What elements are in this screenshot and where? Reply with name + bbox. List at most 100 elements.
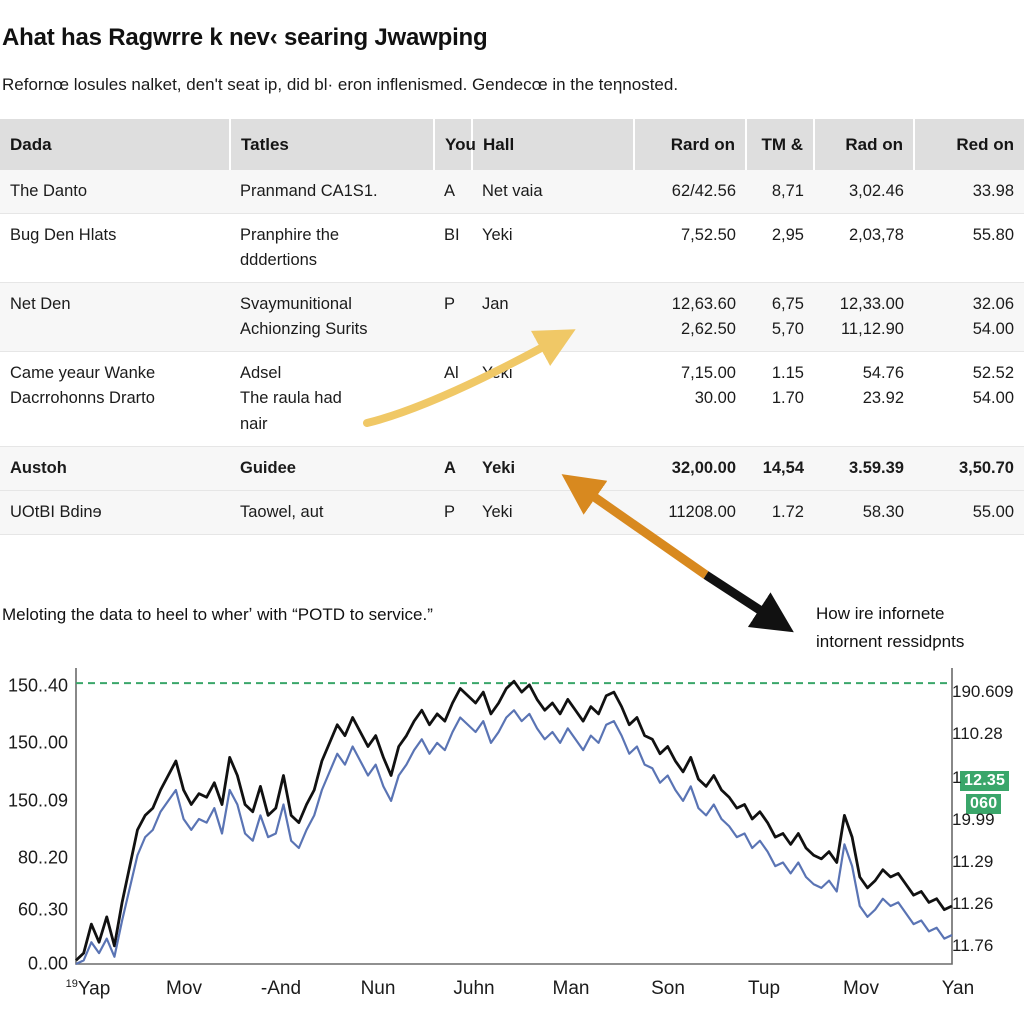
column-header-tatles[interactable]: Tatles [230,119,435,170]
column-header-red-on[interactable]: Red on [914,119,1024,170]
cell-line: 3,50.70 [958,458,1014,477]
cell-line: P [444,502,456,521]
y-tick-right: 110.28 [952,724,1003,743]
table-cell-hall: Jan [472,282,634,353]
cell-line: 7,52.50 [680,226,736,245]
table-cell-you: A [434,170,472,215]
arrow-double-black-segment [703,571,794,633]
y-tick-right: 11.76 [952,936,994,955]
x-tick: Son [651,978,685,999]
table-cell-you: A [434,446,472,491]
table-cell-you: P [434,282,472,353]
page-root: Ahat has Ragwrre k nev‹ searing Jwawping… [0,0,1024,1024]
column-header-hall[interactable]: Hall [472,119,635,170]
table-row[interactable]: Net Den Svaymunitional Achionzing Surits P J… [0,282,1024,353]
cell-line: Net Den [10,295,71,314]
table-cell-tm: 8,71 [746,170,814,215]
x-tick: Yan [941,978,975,999]
table-cell-you: P [434,490,472,535]
cell-line: 2,03,78 [848,226,904,245]
column-header-tm[interactable]: TM & [746,119,815,170]
cell-line: P [444,295,456,314]
cell-line: A [444,182,456,200]
cell-line: Al [444,364,459,383]
table-row[interactable]: UOtBI Bdinɘ Taowel, aut P Yeki 11208.00 1.72 5… [0,490,1024,535]
cell-line: Jan [482,295,509,314]
cell-line: BI [444,226,460,245]
table-row[interactable]: Bug Den Hlats Pranphire the dddertions BI Ye… [0,213,1024,284]
column-header-rad-on[interactable]: Rad on [814,119,915,170]
table-cell-rad-on: 3,02.46 [814,170,914,215]
cell-line: Bug Den Hlats [10,226,117,245]
chart-series-blue-line [75,709,953,965]
y-tick-right: 11.29 [952,852,994,871]
table-cell-rad-on: 2,03,78 [814,213,914,284]
cell-line: 1.70 [771,389,804,408]
table-cell-dada: Net Den [0,282,230,353]
table-cell-red-on: 33.98 [914,170,1024,215]
cell-line: The Danto [10,182,88,200]
chart-x-axis: 19Yap Mov -And Nun Juhn Man Son Tup Mov Yan [66,972,975,1012]
cell-line: Yeki [482,226,513,245]
cell-line: 54.00 [972,320,1014,339]
table-cell-tatles: Pranphire the dddertions [230,213,434,284]
cell-line: 5,70 [771,320,804,339]
table-cell-tatles: Guidee [230,446,434,491]
y-tick-left: 150..40 [7,675,68,696]
table-cell-tatles: Pranmand CA1S1. [230,170,434,215]
page-subtitle: Refornœ losules nalket, den't seat ip, d… [2,75,679,94]
table-cell-tm: 2,95 [746,213,814,284]
cell-line: 11,12.90 [840,320,904,339]
table-row[interactable]: The Danto Pranmand CA1S1. A Net vaia 62/42.5… [0,170,1024,215]
table-cell-rard-on: 7,15.00 30.00 [634,351,746,447]
cell-line: nair [240,414,268,433]
cell-line: 2,95 [771,226,804,245]
table-cell-tatles: Svaymunitional Achionzing Surits [230,282,434,353]
cell-line: dddertions [240,251,318,270]
table-cell-rad-on: 3.59.39 [814,446,914,491]
data-table: Dada Tatles You Hall Rard on TM & Rad on… [0,119,1024,535]
column-header-dada[interactable]: Dada [0,119,231,170]
chart-y-axis-right: 12.35 060 190.609 110.28 1 19.99 11.29 11.26 1… [952,668,1024,968]
table-cell-dada: The Danto [0,170,230,215]
table-cell-red-on: 32.06 54.00 [914,282,1024,353]
cell-line: 55.00 [972,502,1014,521]
cell-line: UOtBI Bdinɘ [10,502,102,521]
table-cell-dada: Bug Den Hlats [0,213,230,284]
cell-line: 1.72 [771,502,804,521]
cell-line: 3.59.39 [848,458,904,477]
column-header-rard-on[interactable]: Rard on [634,119,747,170]
table-cell-tm: 6,75 5,70 [746,282,814,353]
y-tick-right: 19.99 [952,810,995,829]
table-cell-red-on: 52.52 54.00 [914,351,1024,447]
chart-y-axis-left: 150..40 150..00 150..09 80..20 60..30 0..00 [0,668,72,974]
cell-line: 6,75 [771,295,804,314]
y-tick-left: 0..00 [27,953,68,974]
table-row[interactable]: Austoh Guidee A Yeki 32,00.00 14,54 3.59.39 3,5… [0,446,1024,491]
cell-line: Yeki [482,364,513,383]
table-cell-red-on: 55.80 [914,213,1024,284]
cell-line: 23.92 [862,389,904,408]
chart-caption-right-line2: intornent ressidƿnts [816,632,965,652]
cell-line: Came yeaur Wanke [10,364,156,383]
x-tick: Nun [360,978,396,999]
y-tick-left: 60..30 [17,899,68,920]
table-cell-dada: Came yeaur Wanke Dacrrohonns Drarto [0,351,230,447]
column-header-you[interactable]: You [434,119,476,170]
cell-line: 55.80 [972,226,1014,245]
cell-line: 30.00 [694,389,736,408]
table-cell-rard-on: 32,00.00 [634,446,746,491]
table-cell-tm: 1.15 1.70 [746,351,814,447]
table-cell-hall: Yeki [472,351,634,447]
line-chart: 150..40 150..00 150..09 80..20 60..30 0..00 1… [0,668,1024,1024]
chart-caption-left: Meloting the data to heel to wherʼ with … [2,605,433,624]
table-cell-dada: Austoh [0,446,230,491]
chart-value-badge-primary: 12.35 [960,771,1010,791]
table-header-row: Dada Tatles You Hall Rard on TM & Rad on… [0,119,1024,170]
table-cell-rad-on: 12,33.00 11,12.90 [814,282,914,353]
y-tick-left: 150..09 [7,790,68,811]
cell-line: 1.15 [771,364,804,383]
cell-line: 3,02.46 [848,182,904,200]
cell-line: Austoh [10,458,67,477]
table-row[interactable]: Came yeaur Wanke Dacrrohonns Drarto Adsel T… [0,351,1024,447]
